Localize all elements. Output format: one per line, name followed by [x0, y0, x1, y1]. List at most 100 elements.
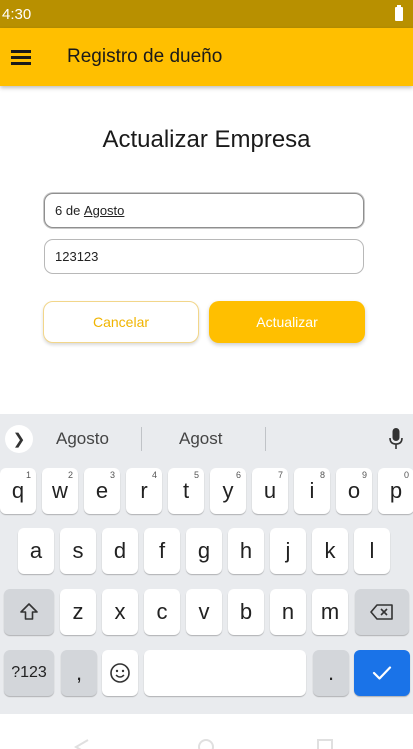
key-hint: 7 — [277, 470, 283, 480]
key-label: d — [113, 538, 127, 563]
key-m[interactable]: m — [312, 589, 348, 635]
key-f[interactable]: f — [144, 528, 180, 574]
key-label: m — [320, 599, 340, 624]
key-label: o — [347, 478, 361, 503]
key-k[interactable]: k — [312, 528, 348, 574]
suggestion-divider — [265, 427, 266, 451]
expand-toolbar-icon[interactable]: ❯ — [5, 425, 33, 453]
key-hint: 3 — [109, 470, 115, 480]
key-b[interactable]: b — [228, 589, 264, 635]
key-u[interactable]: u7 — [252, 468, 288, 514]
navigation-bar — [0, 714, 413, 749]
key-hint: 9 — [361, 470, 367, 480]
key-label: j — [285, 538, 291, 563]
key-label: w — [52, 478, 68, 503]
key-n[interactable]: n — [270, 589, 306, 635]
suggestion-bar: ❯ Agosto Agost — [0, 414, 413, 464]
status-bar: 4:30 — [0, 0, 413, 28]
key-y[interactable]: y6 — [210, 468, 246, 514]
back-icon — [74, 739, 89, 749]
key-label: r — [140, 478, 148, 503]
key-e[interactable]: e3 — [84, 468, 120, 514]
key-label: i — [309, 478, 315, 503]
key-s[interactable]: s — [60, 528, 96, 574]
key-t[interactable]: t5 — [168, 468, 204, 514]
key-label: f — [158, 538, 166, 563]
hamburger-menu-icon[interactable] — [11, 50, 31, 65]
key-label: l — [369, 538, 375, 563]
page-title: Actualizar Empresa — [102, 126, 311, 153]
key-label: z — [72, 599, 84, 624]
comma-key[interactable]: , — [61, 650, 97, 696]
key-label: t — [182, 478, 190, 503]
key-hint: 0 — [403, 470, 409, 480]
key-q[interactable]: q1 — [0, 468, 36, 514]
symbols-key[interactable]: ?123 — [4, 650, 54, 696]
key-c[interactable]: c — [144, 589, 180, 635]
date-field-composing-word: Agosto — [83, 203, 125, 218]
key-h[interactable]: h — [228, 528, 264, 574]
key-p[interactable]: p0 — [378, 468, 413, 514]
microphone-icon[interactable] — [389, 428, 403, 450]
key-label: s — [72, 538, 84, 563]
space-key[interactable] — [144, 650, 306, 696]
key-hint: 4 — [151, 470, 157, 480]
key-a[interactable]: a — [18, 528, 54, 574]
key-hint: 5 — [193, 470, 199, 480]
enter-key[interactable] — [354, 650, 410, 696]
key-r[interactable]: r4 — [126, 468, 162, 514]
app-title: Registro de dueño — [67, 46, 223, 67]
on-screen-keyboard: ❯ Agosto Agost q1w2e3r4t5y6u7i8o9p0 asdf… — [0, 414, 413, 714]
status-time: 4:30 — [2, 5, 32, 23]
key-hint: 6 — [235, 470, 241, 480]
update-button[interactable]: Actualizar — [209, 301, 365, 343]
key-label: k — [324, 538, 336, 563]
key-label: a — [29, 538, 43, 563]
suggestion-divider — [141, 427, 142, 451]
key-i[interactable]: i8 — [294, 468, 330, 514]
backspace-key[interactable] — [355, 589, 409, 635]
key-d[interactable]: d — [102, 528, 138, 574]
key-hint: 8 — [319, 470, 325, 480]
app-bar: Registro de dueño — [0, 28, 413, 86]
key-g[interactable]: g — [186, 528, 222, 574]
key-label: x — [114, 599, 126, 624]
key-label: b — [239, 599, 253, 624]
key-v[interactable]: v — [186, 589, 222, 635]
emoji-icon — [110, 663, 130, 683]
key-o[interactable]: o9 — [336, 468, 372, 514]
key-hint: 1 — [25, 470, 31, 480]
key-label: v — [198, 599, 210, 624]
key-label: q — [11, 478, 25, 503]
backspace-icon — [370, 604, 393, 620]
key-l[interactable]: l — [354, 528, 390, 574]
cancel-button[interactable]: Cancelar — [43, 301, 199, 343]
key-w[interactable]: w2 — [42, 468, 78, 514]
key-label: c — [156, 599, 168, 624]
number-field-value: 123123 — [55, 249, 99, 264]
suggestion-1[interactable]: Agosto — [56, 429, 109, 449]
key-label: n — [281, 599, 295, 624]
key-label: y — [222, 478, 234, 503]
key-j[interactable]: j — [270, 528, 306, 574]
shift-key[interactable] — [4, 589, 54, 635]
key-label: h — [239, 538, 253, 563]
key-label: u — [263, 478, 277, 503]
key-x[interactable]: x — [102, 589, 138, 635]
key-z[interactable]: z — [60, 589, 96, 635]
battery-icon — [395, 5, 403, 21]
recents-icon — [317, 739, 333, 749]
key-label: p — [389, 478, 403, 503]
number-field[interactable]: 123123 — [44, 239, 364, 274]
date-field-prefix: 6 de — [55, 203, 84, 218]
checkmark-icon — [372, 666, 392, 680]
shift-arrow-icon — [20, 603, 38, 620]
key-label: e — [95, 478, 109, 503]
home-icon — [198, 739, 214, 749]
emoji-key[interactable] — [102, 650, 138, 696]
key-label: g — [197, 538, 211, 563]
date-field[interactable]: 6 de Agosto — [44, 193, 364, 228]
key-hint: 2 — [67, 470, 73, 480]
suggestion-2[interactable]: Agost — [179, 429, 222, 449]
period-key[interactable]: . — [313, 650, 349, 696]
